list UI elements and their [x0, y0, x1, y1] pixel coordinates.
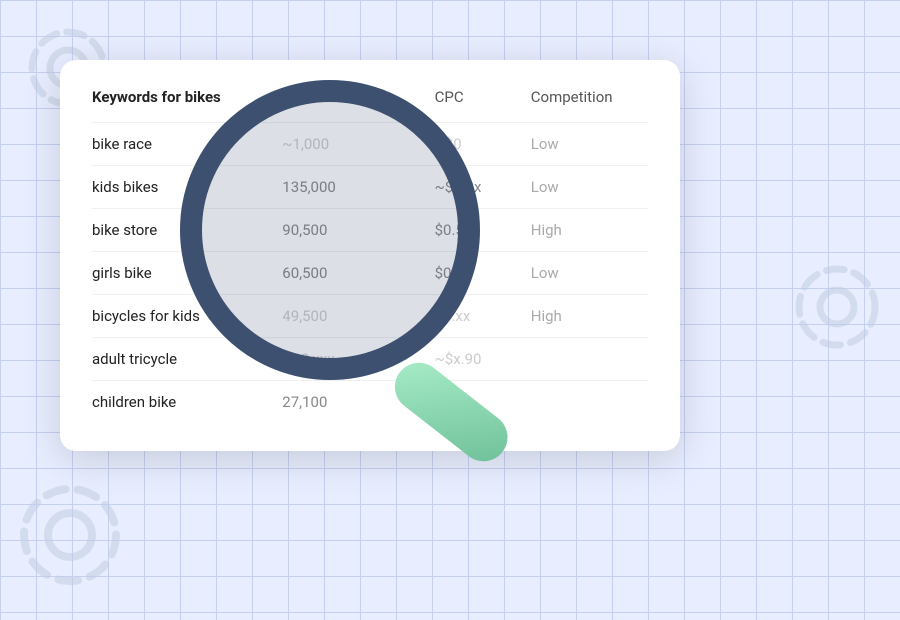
gear-right-icon: [785, 255, 890, 360]
competition-cell: High: [531, 295, 648, 338]
competition-cell: Low: [531, 166, 648, 209]
competition-cell: [531, 338, 648, 381]
table-row: children bike 27,100 $2.58: [92, 381, 648, 424]
magnifier: [180, 80, 480, 380]
competition-cell: Low: [531, 252, 648, 295]
competition-cell: Low: [531, 123, 648, 166]
competition-cell: [531, 381, 648, 424]
magnifier-lens: [180, 80, 480, 380]
gear-bottom-left-icon: [5, 470, 135, 600]
keyword-cell: children bike: [92, 381, 282, 424]
competition-cell: High: [531, 209, 648, 252]
col-header-competition: Competition: [531, 88, 648, 123]
